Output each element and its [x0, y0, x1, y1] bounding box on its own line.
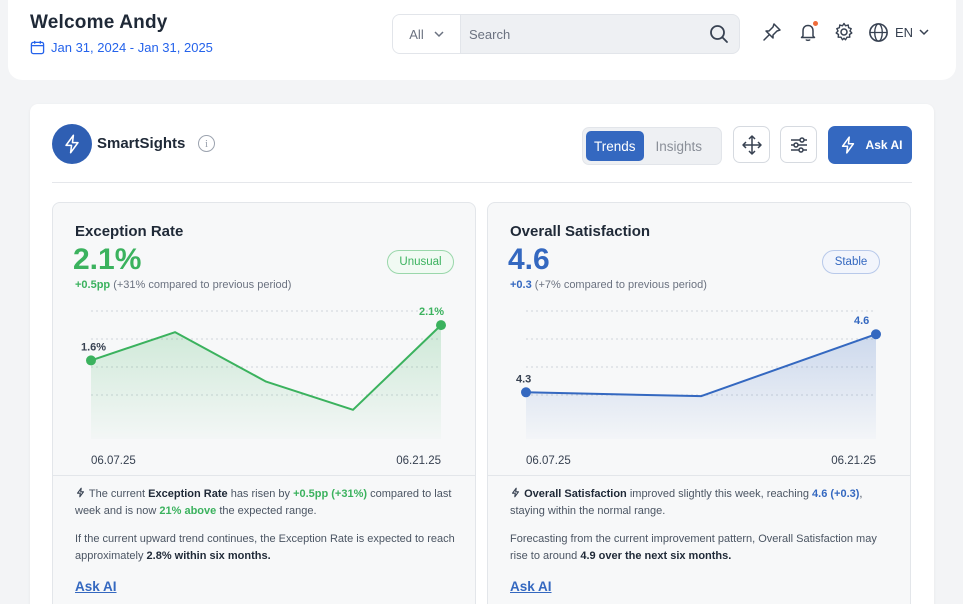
gear-icon: [835, 22, 853, 41]
filter-button[interactable]: [780, 126, 817, 163]
language-label: EN: [895, 24, 914, 40]
search-scope-select[interactable]: All: [393, 15, 461, 53]
delta-comparison: (+31% compared to previous period): [110, 279, 292, 291]
insight-text: The current Exception Rate has risen by …: [75, 486, 460, 520]
globe-icon: [869, 22, 888, 42]
insight-text-part: improved slightly this week, reaching: [626, 488, 813, 500]
metric-panel-exception-rate: Exception Rate 2.1% +0.5pp (+31% compare…: [52, 202, 476, 604]
panel-divider: [53, 475, 475, 476]
metric-delta: +0.3 (+7% compared to previous period): [510, 279, 707, 291]
header-toolbar: EN: [760, 20, 929, 44]
search-icon: [710, 25, 728, 43]
smartsights-card: SmartSights i Trends Insights Ask AI Exc…: [30, 104, 934, 604]
move-arrows-icon: [741, 134, 762, 155]
header-divider: [52, 182, 912, 183]
date-range-picker[interactable]: Jan 31, 2024 - Jan 31, 2025: [30, 40, 213, 55]
search-bar: All: [392, 14, 740, 54]
metric-value: 2.1%: [73, 243, 142, 276]
ask-ai-button[interactable]: Ask AI: [828, 126, 912, 164]
notifications-button[interactable]: [796, 20, 820, 44]
date-range-label: Jan 31, 2024 - Jan 31, 2025: [51, 40, 213, 55]
data-label: 4.6: [854, 315, 869, 327]
tab-trends[interactable]: Trends: [586, 131, 644, 161]
overall-satisfaction-chart: 4.3 4.6 06.07.25 06.21.25: [516, 310, 881, 467]
chevron-down-icon: [434, 31, 444, 38]
ask-ai-link[interactable]: Ask AI: [75, 579, 117, 594]
card-header: SmartSights i Trends Insights Ask AI: [52, 124, 912, 184]
ask-ai-label: Ask AI: [865, 138, 903, 152]
forecast-text: Forecasting from the current improvement…: [510, 531, 895, 565]
insight-text: Overall Satisfaction improved slightly t…: [510, 486, 895, 520]
metric-title: Exception Rate: [75, 223, 184, 240]
data-point: [86, 355, 96, 366]
lightning-icon: [841, 136, 854, 154]
lightning-icon: [76, 487, 85, 498]
metric-delta: +0.5pp (+31% compared to previous period…: [75, 279, 291, 291]
delta-value: +0.3: [510, 279, 532, 291]
pin-button[interactable]: [760, 20, 784, 44]
calendar-icon: [30, 40, 45, 55]
tab-insights[interactable]: Insights: [648, 131, 711, 161]
forecast-highlight: 2.8% within six months.: [146, 550, 271, 562]
search-button[interactable]: [699, 24, 739, 44]
insight-text-part: The current: [86, 488, 149, 500]
data-label: 1.6%: [81, 341, 106, 353]
app-frame: Welcome Andy Jan 31, 2024 - Jan 31, 2025…: [8, 0, 956, 604]
x-tick-label: 06.21.25: [396, 455, 441, 467]
settings-button[interactable]: [832, 20, 856, 44]
insight-highlight: 4.6 (+0.3): [812, 488, 860, 500]
forecast-highlight: 4.9 over the next six months.: [580, 550, 732, 562]
notification-dot: [813, 21, 818, 26]
search-input[interactable]: [461, 15, 699, 53]
insight-text-part: the expected range.: [216, 505, 317, 517]
top-bar: Welcome Andy Jan 31, 2024 - Jan 31, 2025…: [8, 0, 956, 80]
language-selector[interactable]: EN: [868, 22, 929, 43]
forecast-text: If the current upward trend continues, t…: [75, 531, 460, 565]
data-point: [521, 387, 531, 398]
move-button[interactable]: [733, 126, 770, 163]
lightning-icon: [511, 487, 520, 498]
insight-highlight: 21% above: [159, 505, 217, 517]
exception-rate-chart: 1.6% 2.1% 06.07.25 06.21.25: [81, 306, 446, 467]
welcome-title: Welcome Andy: [30, 12, 168, 33]
insight-text-part: has risen by: [227, 488, 294, 500]
series-area: [526, 334, 876, 439]
smartsights-logo: [52, 124, 92, 164]
status-badge: Stable: [822, 250, 880, 274]
insight-highlight: +0.5pp (+31%): [293, 488, 368, 500]
data-label: 2.1%: [419, 306, 444, 318]
insight-metric-name: Exception Rate: [148, 488, 228, 500]
card-title: SmartSights: [97, 135, 186, 152]
data-point: [436, 320, 446, 331]
sliders-icon: [790, 136, 807, 153]
ask-ai-link[interactable]: Ask AI: [510, 579, 552, 594]
delta-value: +0.5pp: [75, 279, 111, 291]
delta-comparison: (+7% compared to previous period): [531, 279, 707, 291]
metric-panel-overall-satisfaction: Overall Satisfaction 4.6 +0.3 (+7% compa…: [487, 202, 911, 604]
info-icon[interactable]: i: [198, 135, 215, 152]
metric-value: 4.6: [508, 243, 550, 276]
search-scope-label: All: [409, 26, 424, 42]
panel-divider: [488, 475, 910, 476]
view-toggle: Trends Insights: [582, 127, 722, 165]
status-badge: Unusual: [387, 250, 454, 274]
insight-metric-name: Overall Satisfaction: [524, 488, 627, 500]
data-label: 4.3: [516, 373, 531, 385]
x-tick-label: 06.07.25: [526, 455, 571, 467]
x-tick-label: 06.21.25: [831, 455, 876, 467]
metric-title: Overall Satisfaction: [510, 223, 651, 240]
chevron-down-icon: [919, 29, 929, 36]
pin-icon: [763, 23, 781, 41]
lightning-icon: [65, 134, 79, 154]
data-point: [871, 329, 881, 340]
x-tick-label: 06.07.25: [91, 455, 136, 467]
